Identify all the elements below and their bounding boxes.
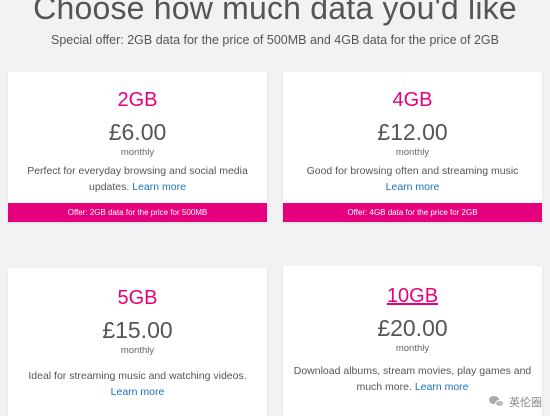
watermark: 英伦圈 <box>489 394 542 410</box>
learn-more-link[interactable]: Learn more <box>111 386 165 398</box>
learn-more-link[interactable]: Learn more <box>415 381 469 393</box>
plan-name: 4GB <box>392 89 433 111</box>
plan-card-4gb[interactable]: 4GB £12.00 monthly Good for browsing oft… <box>283 72 542 222</box>
plan-description: Ideal for streaming music and watching v… <box>14 368 261 400</box>
plan-description-text: Download albums, stream movies, play gam… <box>293 365 532 393</box>
plan-description: Perfect for everyday browsing and social… <box>14 163 261 195</box>
page-subtitle: Special offer: 2GB data for the price of… <box>51 33 499 47</box>
learn-more-link[interactable]: Learn more <box>386 181 440 193</box>
plan-card-5gb[interactable]: 5GB £15.00 monthly Ideal for streaming m… <box>8 268 267 416</box>
watermark-text: 英伦圈 <box>509 397 542 409</box>
plan-description-text: Good for browsing often and streaming mu… <box>306 165 519 177</box>
plan-card-2gb[interactable]: 2GB £6.00 monthly Perfect for everyday b… <box>8 72 267 222</box>
plan-name: 2GB <box>117 89 158 111</box>
plan-description: Download albums, stream movies, play gam… <box>289 363 536 395</box>
wechat-icon <box>489 395 505 409</box>
plan-price: £12.00 <box>377 119 448 145</box>
plan-period: monthly <box>395 343 430 354</box>
plan-name: 5GB <box>117 287 158 309</box>
plan-name[interactable]: 10GB <box>283 285 542 308</box>
plan-period: monthly <box>395 147 430 158</box>
plan-description-text: Ideal for streaming music and watching v… <box>28 370 247 382</box>
learn-more-link[interactable]: Learn more <box>132 181 186 193</box>
offer-banner: Offer: 2GB data for the price for 500MB <box>8 203 267 222</box>
plan-price: £6.00 <box>108 119 167 145</box>
plan-period: monthly <box>120 147 155 158</box>
offer-banner: Offer: 4GB data for the price for 2GB <box>283 203 542 222</box>
plan-price: £15.00 <box>102 317 173 343</box>
plan-description: Good for browsing often and streaming mu… <box>289 163 536 195</box>
page-title: Choose how much data you'd like <box>33 0 517 26</box>
plan-price: £20.00 <box>377 315 448 341</box>
plan-period: monthly <box>120 345 155 356</box>
